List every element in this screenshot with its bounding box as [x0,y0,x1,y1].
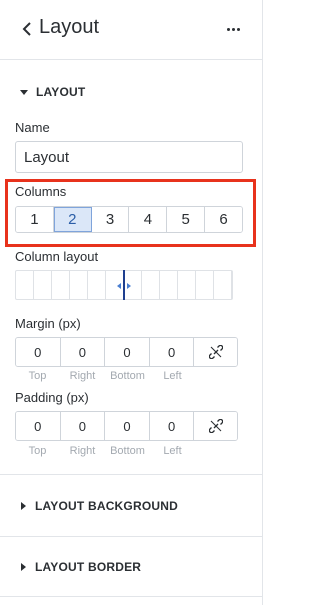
caption-right: Right [69,370,96,382]
arrow-left-icon [117,283,121,289]
unlink-icon [208,345,223,359]
columns-option-2[interactable]: 2 [53,207,92,232]
section-divider [0,536,262,537]
arrow-right-icon [127,283,131,289]
column-layout-label: Column layout [15,249,99,264]
header-divider [0,59,262,60]
unlink-icon [208,419,223,433]
margin-inputs: 0 0 0 0 [15,337,238,367]
name-label: Name [15,120,50,135]
column-splitter-handle[interactable] [123,270,125,300]
margin-bottom-input[interactable]: 0 [105,338,150,366]
column-layout-cell [196,271,214,299]
column-layout-cell [34,271,52,299]
column-layout-cell [52,271,70,299]
panel-header: Layout [0,0,268,58]
caption-bottom: Bottom [110,445,145,457]
margin-link-toggle[interactable] [194,338,237,366]
padding-captions: Top Right Bottom Left [15,445,195,457]
section-layout-border-header[interactable]: LAYOUT BORDER [20,560,141,574]
columns-option-6[interactable]: 6 [205,207,242,232]
margin-left-input[interactable]: 0 [149,338,195,366]
page-title: Layout [39,16,100,38]
name-input[interactable] [15,141,243,173]
section-layout-background-label: LAYOUT BACKGROUND [35,499,178,513]
padding-label: Padding (px) [15,390,89,405]
column-layout-cell [106,271,124,299]
padding-link-toggle[interactable] [194,412,237,440]
columns-option-3[interactable]: 3 [91,207,130,232]
column-layout-cell [214,271,232,299]
columns-option-1[interactable]: 1 [16,207,54,232]
column-layout-cell [70,271,88,299]
padding-inputs: 0 0 0 0 [15,411,238,441]
panel-right-border [262,0,263,605]
ellipsis-icon[interactable] [225,19,243,39]
columns-label: Columns [15,184,67,199]
column-layout-grid [15,270,233,300]
caption-top: Top [28,370,47,382]
section-layout-border-label: LAYOUT BORDER [35,560,142,574]
margin-label: Margin (px) [15,316,81,331]
caption-right: Right [69,445,96,457]
section-layout-background-header[interactable]: LAYOUT BACKGROUND [20,499,178,513]
padding-left-input[interactable]: 0 [149,412,195,440]
column-layout-cell [178,271,196,299]
margin-captions: Top Right Bottom Left [15,370,195,382]
margin-top-input[interactable]: 0 [16,338,61,366]
padding-top-input[interactable]: 0 [16,412,61,440]
caption-left: Left [163,370,182,382]
column-layout-cell [88,271,106,299]
columns-selector: 1 2 3 4 5 6 [15,206,243,233]
section-divider [0,596,262,597]
caret-right-icon [21,502,26,510]
columns-option-5[interactable]: 5 [167,207,206,232]
caret-down-icon [20,89,28,95]
chevron-left-icon[interactable] [20,19,34,39]
column-layout-cell [142,271,160,299]
caption-left: Left [163,445,182,457]
caret-right-icon [21,563,26,571]
padding-bottom-input[interactable]: 0 [105,412,150,440]
column-layout-cell [16,271,34,299]
section-divider [0,474,262,475]
section-layout-label: LAYOUT [36,85,86,99]
caption-top: Top [28,445,47,457]
column-layout-cell [160,271,178,299]
caption-bottom: Bottom [110,370,145,382]
columns-option-4[interactable]: 4 [129,207,168,232]
margin-right-input[interactable]: 0 [60,338,106,366]
padding-right-input[interactable]: 0 [60,412,106,440]
section-layout-header[interactable]: LAYOUT [20,85,85,99]
